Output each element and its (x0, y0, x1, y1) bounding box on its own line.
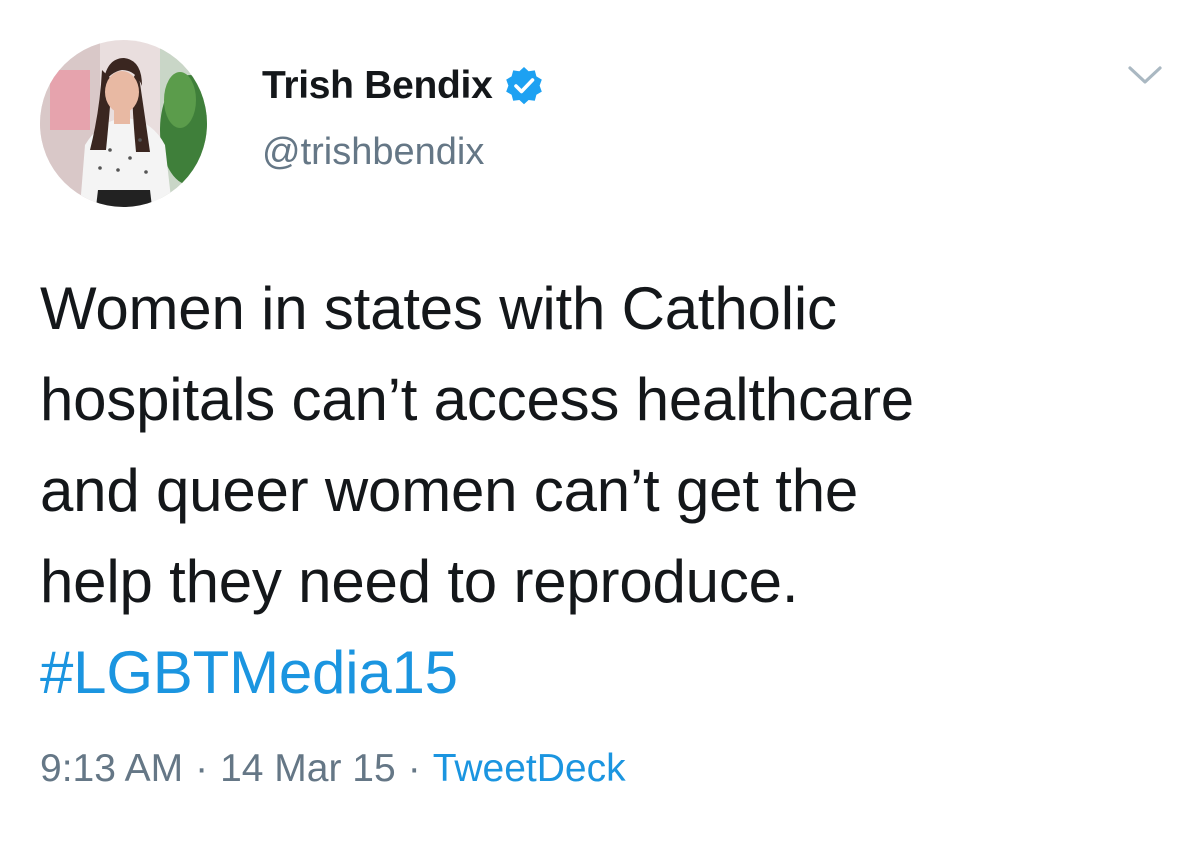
tweet-metadata: 9:13 AM · 14 Mar 15 · TweetDeck (40, 747, 626, 791)
avatar[interactable] (40, 40, 207, 207)
display-name[interactable]: Trish Bendix (262, 64, 493, 108)
verified-badge-icon (504, 66, 544, 106)
tweet-text-line: help they need to reproduce. (40, 548, 799, 615)
tweet-text-line: hospitals can’t access healthcare (40, 366, 914, 433)
tweet-card: Trish Bendix @trishbendix Women in state… (0, 0, 1200, 841)
author-name-row: Trish Bendix (262, 63, 544, 109)
separator: · (195, 747, 209, 790)
tweet-text: Women in states with Catholic hospitals … (40, 263, 1170, 718)
user-handle[interactable]: @trishbendix (262, 131, 484, 174)
tweet-date[interactable]: 14 Mar 15 (220, 747, 396, 790)
tweet-time[interactable]: 9:13 AM (40, 747, 183, 790)
tweet-source-link[interactable]: TweetDeck (433, 747, 626, 790)
hashtag-link[interactable]: #LGBTMedia15 (40, 627, 1170, 718)
separator: · (407, 747, 421, 790)
chevron-down-icon[interactable] (1124, 60, 1166, 90)
tweet-text-line: and queer women can’t get the (40, 457, 859, 524)
tweet-text-line: Women in states with Catholic (40, 275, 837, 342)
